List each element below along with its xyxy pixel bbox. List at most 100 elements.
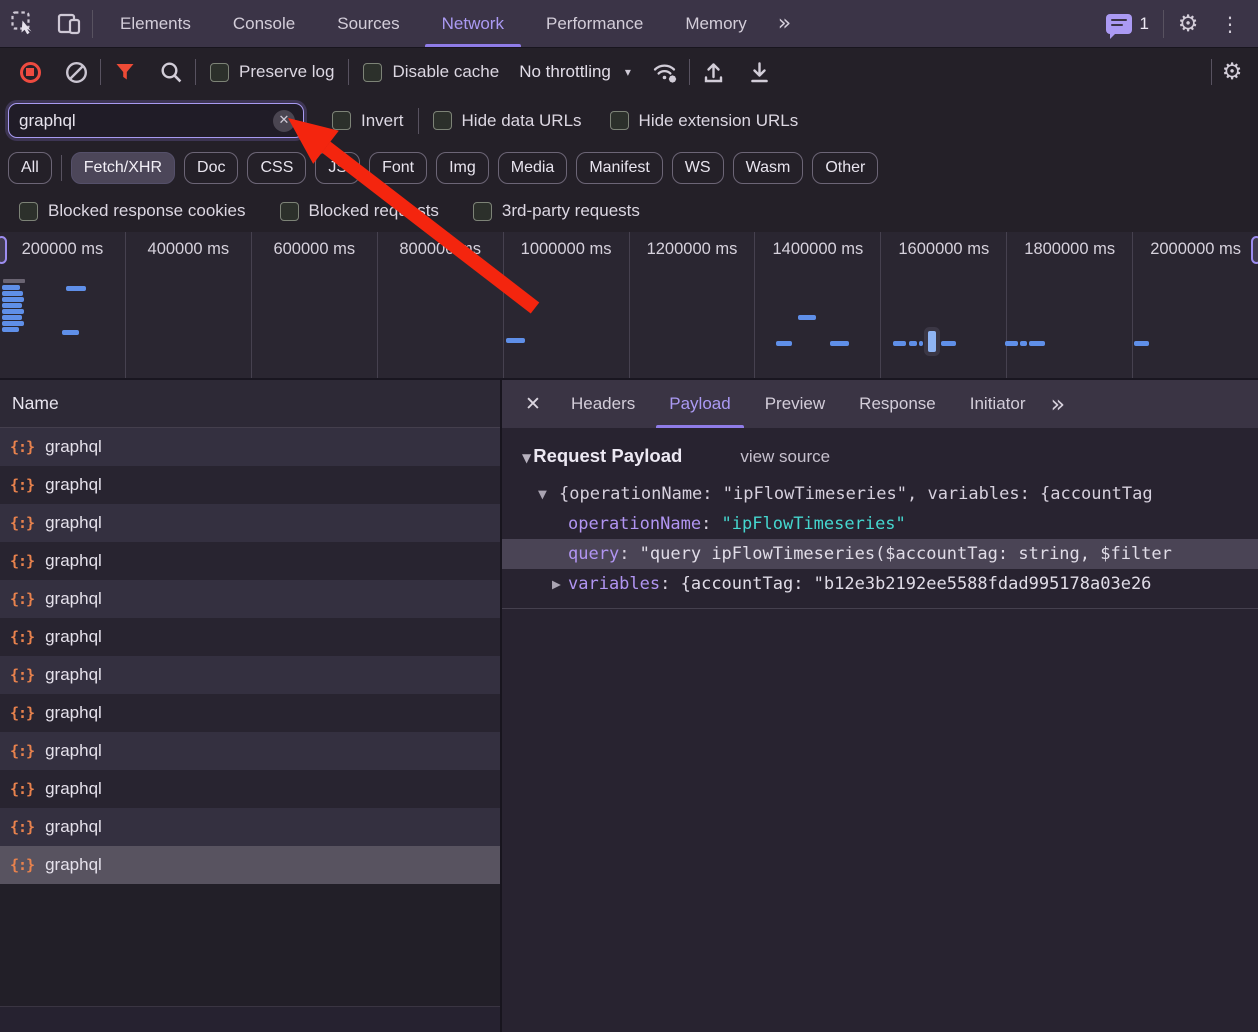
hide-extension-urls-checkbox[interactable]	[610, 111, 629, 130]
invert-checkbox[interactable]	[332, 111, 351, 130]
network-overview-timeline[interactable]: 200000 ms 400000 ms 600000 ms 800000 ms …	[0, 232, 1258, 380]
request-row[interactable]: {:} graphql	[0, 808, 500, 846]
json-braces-icon: {:}	[10, 742, 34, 760]
more-tabs-button[interactable]: »	[768, 0, 801, 47]
request-row[interactable]: {:} graphql	[0, 656, 500, 694]
more-details-tabs-button[interactable]: »	[1042, 380, 1073, 428]
request-row[interactable]: {:} graphql	[0, 504, 500, 542]
filter-input[interactable]	[19, 111, 273, 131]
details-tab-label: Initiator	[970, 394, 1026, 414]
flag-checkbox[interactable]	[280, 202, 299, 221]
network-conditions-button[interactable]	[643, 52, 687, 92]
flag-control[interactable]: 3rd-party requests	[456, 201, 657, 221]
resource-type-chip[interactable]: WS	[672, 152, 724, 184]
request-payload-title: Request Payload	[533, 445, 682, 467]
preserve-log-checkbox[interactable]	[210, 63, 229, 82]
payload-kv-row-selected[interactable]: query: "query ipFlowTimeseries($accountT…	[502, 539, 1258, 569]
resource-type-chip[interactable]: CSS	[247, 152, 306, 184]
clear-filter-button[interactable]: ✕	[273, 110, 295, 132]
resource-type-chip[interactable]: Fetch/XHR	[71, 152, 175, 184]
panel-tab[interactable]: Memory	[664, 0, 767, 47]
hide-data-urls-label: Hide data URLs	[462, 111, 582, 131]
details-tab[interactable]: Payload	[652, 380, 747, 428]
json-braces-icon: {:}	[10, 818, 34, 836]
devtools-main-tabbar: Elements Console Sources Network Perform…	[0, 0, 1258, 48]
issues-count: 1	[1140, 14, 1149, 34]
overview-right-handle[interactable]	[1251, 236, 1258, 264]
settings-button[interactable]: ⚙	[1170, 11, 1206, 37]
resource-type-chip[interactable]: Other	[812, 152, 878, 184]
resource-type-chip[interactable]: Wasm	[733, 152, 804, 184]
request-row[interactable]: {:} graphql	[0, 580, 500, 618]
request-row[interactable]: {:} graphql	[0, 732, 500, 770]
payload-colon: :	[701, 514, 721, 534]
request-row[interactable]: {:} graphql	[0, 694, 500, 732]
flag-control[interactable]: Blocked response cookies	[2, 201, 263, 221]
hide-data-urls-control[interactable]: Hide data URLs	[419, 111, 596, 131]
request-row[interactable]: {:} graphql	[0, 846, 500, 884]
request-row[interactable]: {:} graphql	[0, 466, 500, 504]
resource-type-chip[interactable]: Doc	[184, 152, 238, 184]
issues-button[interactable]: 1	[1106, 14, 1157, 34]
request-row[interactable]: {:} graphql	[0, 770, 500, 808]
network-settings-button[interactable]: ⚙	[1214, 59, 1250, 85]
request-flags-row: Blocked response cookies Blocked request…	[0, 190, 1258, 232]
details-tab[interactable]: Headers	[554, 380, 652, 428]
name-column-header[interactable]: Name	[0, 380, 500, 428]
flag-control[interactable]: Blocked requests	[263, 201, 456, 221]
panel-tab[interactable]: Sources	[316, 0, 420, 47]
details-tab[interactable]: Response	[842, 380, 953, 428]
payload-key: variables	[568, 574, 660, 594]
payload-kv-row[interactable]: operationName: "ipFlowTimeseries"	[502, 509, 1258, 539]
panel-tab[interactable]: Performance	[525, 0, 664, 47]
details-tab[interactable]: Initiator	[953, 380, 1043, 428]
json-braces-icon: {:}	[10, 438, 34, 456]
resource-type-chip[interactable]: Img	[436, 152, 489, 184]
invert-filter-control[interactable]: Invert	[318, 111, 418, 131]
resource-type-chip[interactable]: Font	[369, 152, 427, 184]
chip-label: Media	[511, 159, 555, 177]
flag-checkbox[interactable]	[473, 202, 492, 221]
disable-cache-control[interactable]: Disable cache	[351, 62, 511, 82]
request-row[interactable]: {:} graphql	[0, 618, 500, 656]
close-details-button[interactable]: ✕	[512, 380, 554, 428]
preserve-log-control[interactable]: Preserve log	[198, 62, 346, 82]
request-row[interactable]: {:} graphql	[0, 428, 500, 466]
filter-input-box[interactable]: ✕	[8, 103, 304, 138]
record-network-log-button[interactable]	[8, 52, 52, 92]
filter-toggle-button[interactable]	[103, 52, 147, 92]
details-tab-label: Response	[859, 394, 936, 414]
hide-data-urls-checkbox[interactable]	[433, 111, 452, 130]
export-har-button[interactable]	[738, 52, 782, 92]
inspect-element-button[interactable]	[0, 0, 46, 47]
devtools-menu-button[interactable]: ⋮	[1212, 12, 1248, 36]
resource-type-chip[interactable]: JS	[315, 152, 360, 184]
throttling-select[interactable]: No throttling ▾	[513, 62, 641, 82]
overview-left-handle[interactable]	[0, 236, 7, 264]
search-network-button[interactable]	[149, 52, 193, 92]
details-tab[interactable]: Preview	[748, 380, 842, 428]
network-toolbar: Preserve log Disable cache No throttling…	[0, 48, 1258, 96]
waterfall-bar	[62, 330, 79, 335]
request-row[interactable]: {:} graphql	[0, 542, 500, 580]
panel-tab[interactable]: Network	[421, 0, 525, 47]
view-source-link[interactable]: view source	[740, 447, 830, 467]
payload-summary-row[interactable]: ▼ {operationName: "ipFlowTimeseries", va…	[502, 479, 1258, 509]
panel-tab[interactable]: Console	[212, 0, 316, 47]
payload-kv-row[interactable]: ▶ variables: {accountTag: "b12e3b2192ee5…	[502, 569, 1258, 599]
panel-tab[interactable]: Elements	[99, 0, 212, 47]
hide-extension-urls-control[interactable]: Hide extension URLs	[596, 111, 813, 131]
request-payload-section-header[interactable]: ▼ Request Payload view source	[522, 445, 1258, 467]
flag-checkbox[interactable]	[19, 202, 38, 221]
resource-type-chip[interactable]: Manifest	[576, 152, 662, 184]
clear-network-log-button[interactable]	[54, 52, 98, 92]
json-braces-icon: {:}	[10, 628, 34, 646]
resource-type-chip[interactable]: Media	[498, 152, 568, 184]
json-braces-icon: {:}	[10, 666, 34, 684]
device-toolbar-button[interactable]	[46, 0, 92, 47]
import-har-button[interactable]	[692, 52, 736, 92]
disable-cache-checkbox[interactable]	[363, 63, 382, 82]
chip-all[interactable]: All	[8, 152, 52, 184]
request-name: graphql	[45, 703, 102, 723]
request-name: graphql	[45, 589, 102, 609]
